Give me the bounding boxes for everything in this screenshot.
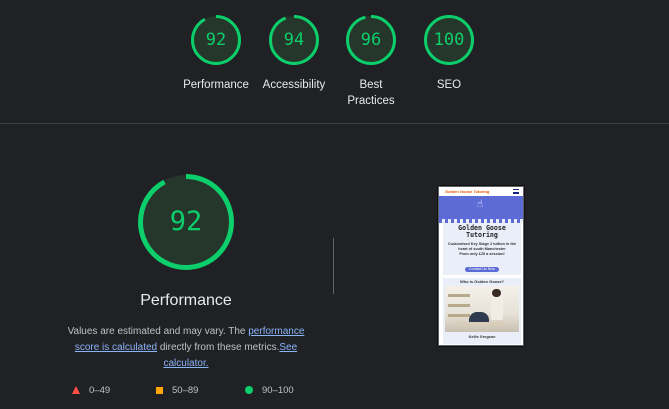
gauge-score: 96 [360, 30, 382, 50]
photo-table [459, 322, 503, 326]
legend-average: 50–89 [156, 384, 198, 398]
score-legend: 0–49 50–89 90–100 [72, 384, 312, 398]
legend-pass-range: 90–100 [262, 385, 294, 396]
performance-section: 92 Performance Values are estimated and … [50, 172, 322, 372]
gauge-accessibility[interactable]: 94 Accessibility [253, 14, 335, 93]
gauge-label: Best Practices [347, 79, 395, 107]
site-subtitle: Customised Key Stage 2 tuition in the he… [443, 242, 521, 257]
gauge-best-practices[interactable]: 96 Best Practices [330, 14, 412, 109]
site-photo-caption: Kellie Gregson [468, 335, 496, 339]
gauge-performance[interactable]: 92 Performance [175, 14, 257, 93]
photo-shelf [448, 304, 470, 307]
site-about-section: Who is Golden Goose? Kellie Gregson [443, 278, 521, 344]
gauge-label: SEO [436, 79, 462, 91]
photo-shelf [448, 314, 470, 317]
hamburger-menu-icon [513, 189, 519, 194]
gauge-score: 100 [433, 30, 465, 50]
legend-fail: 0–49 [72, 384, 110, 398]
gauge-ring: 92 [190, 14, 242, 66]
performance-score: 92 [169, 206, 203, 237]
divider [333, 238, 334, 294]
site-section-title: Who is Golden Goose? [460, 279, 504, 284]
gauge-score: 94 [283, 30, 305, 50]
description-text: directly from these metrics. [157, 342, 280, 353]
description-text: Values are estimated and may vary. The [67, 326, 249, 337]
gauge-label: Accessibility [262, 79, 326, 91]
gauge-score: 92 [205, 30, 227, 50]
gauge-seo[interactable]: 100 SEO [408, 14, 490, 93]
legend-pass: 90–100 [245, 384, 294, 398]
square-icon [156, 386, 163, 394]
gauge-ring: 100 [423, 14, 475, 66]
site-hero: Golden Goose Tutoring Customised Key Sta… [443, 223, 521, 275]
photo-person-hair [492, 289, 501, 297]
performance-gauge: 92 [136, 172, 236, 272]
circle-icon [245, 386, 253, 395]
photo-shelf [448, 294, 470, 297]
pointing-hand-icon: ☝ [477, 199, 484, 210]
site-contact-button: Contact Us Now [465, 267, 499, 272]
gauge-label: Performance [183, 79, 249, 91]
site-tagline: Customised Key Stage 2 tuition in the he… [447, 242, 517, 251]
site-header: Golden Goose Tutoring [439, 187, 523, 196]
site-banner: ☝ [439, 196, 523, 223]
gauge-ring: 96 [345, 14, 397, 66]
site-photo [445, 286, 519, 332]
site-title: Golden Goose Tutoring [458, 224, 506, 239]
legend-fail-range: 0–49 [89, 385, 111, 396]
legend-average-range: 50–89 [172, 385, 199, 396]
triangle-icon [72, 386, 80, 395]
performance-description: Values are estimated and may vary. The p… [56, 324, 316, 372]
score-summary: 92 Performance 94 Accessibility 96 Best … [0, 0, 669, 124]
page-screenshot-thumbnail[interactable]: Golden Goose Tutoring ☝ Golden Goose Tut… [438, 186, 524, 346]
site-price: From only £25 a session! [459, 252, 505, 256]
performance-title: Performance [140, 292, 232, 309]
gauge-ring: 94 [268, 14, 320, 66]
